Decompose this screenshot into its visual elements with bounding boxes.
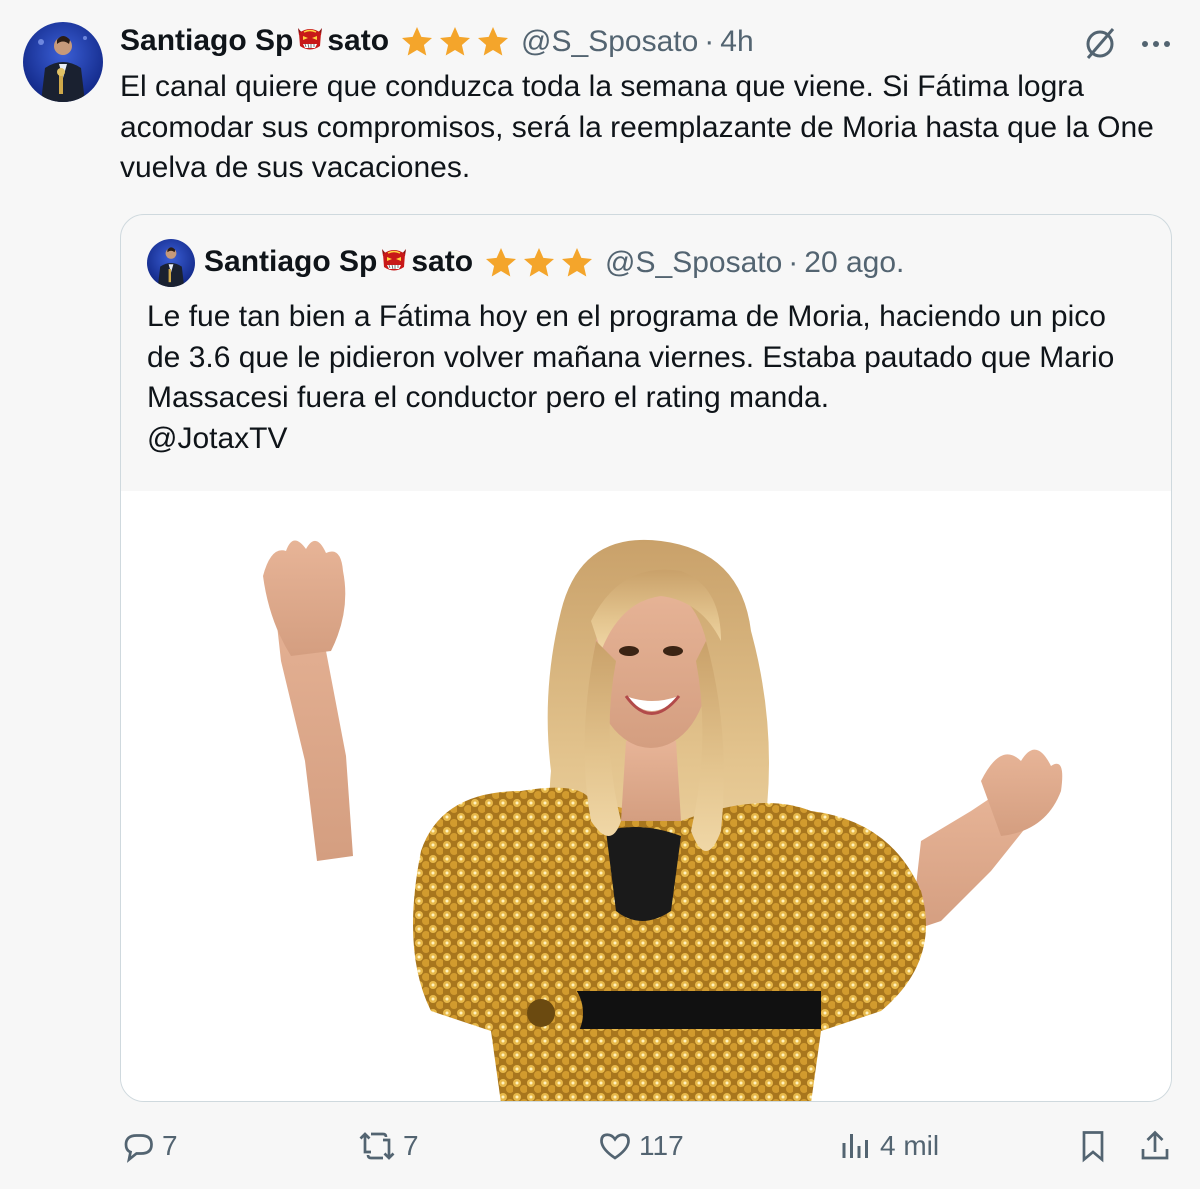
tweet-text: El canal quiere que conduzca toda la sem… <box>120 70 1154 184</box>
author-name[interactable]: Santiago Sp sato <box>120 22 389 62</box>
separator: · <box>788 246 799 279</box>
quoted-timestamp[interactable]: 20 ago. <box>804 246 904 280</box>
quoted-tweet[interactable]: Santiago Sp sato @S_Sposato · 20 ago. Le … <box>120 214 1172 1102</box>
timestamp[interactable]: 4h <box>720 25 753 59</box>
star-icon <box>486 248 517 277</box>
bookmark-button[interactable] <box>1075 1128 1111 1164</box>
action-bar: 7 7 117 4 mil <box>0 1120 1200 1180</box>
separator: · <box>704 25 715 58</box>
share-icon <box>1141 1130 1169 1160</box>
star-icon <box>524 248 555 277</box>
like-count: 117 <box>639 1130 684 1161</box>
like-icon <box>600 1133 630 1160</box>
like-button[interactable]: 117 <box>597 1128 684 1164</box>
repost-button[interactable]: 7 <box>357 1128 419 1164</box>
views-count: 4 mil <box>880 1130 940 1161</box>
devil-mask-emoji <box>378 243 410 283</box>
quoted-text: Le fue tan bien a Fátima hoy en el progr… <box>147 297 1147 459</box>
views-icon <box>842 1134 868 1158</box>
reply-count: 7 <box>162 1130 178 1161</box>
more-icon[interactable] <box>1138 30 1174 58</box>
author-avatar[interactable] <box>23 22 103 102</box>
mention-link[interactable]: @JotaxTV <box>147 422 288 455</box>
quoted-header: Santiago Sp sato @S_Sposato · 20 ago. <box>204 243 904 283</box>
devil-mask-emoji <box>294 22 326 62</box>
star-icon <box>440 27 471 56</box>
reply-icon <box>124 1134 153 1163</box>
star-icon <box>478 27 509 56</box>
star-icon <box>562 248 593 277</box>
reply-button[interactable]: 7 <box>120 1128 178 1164</box>
grok-icon[interactable] <box>1080 24 1120 64</box>
repost-count: 7 <box>403 1130 419 1161</box>
quoted-body: Le fue tan bien a Fátima hoy en el progr… <box>147 300 1115 414</box>
repost-icon <box>359 1132 395 1160</box>
bookmark-icon <box>1082 1131 1104 1163</box>
tweet[interactable]: Santiago Sp sato @S_Sposato · 4h El canal… <box>0 0 1200 1189</box>
verified-stars <box>483 245 595 281</box>
quoted-author-handle[interactable]: @S_Sposato <box>605 246 782 280</box>
author-handle[interactable]: @S_Sposato <box>521 25 698 59</box>
star-icon <box>402 27 433 56</box>
tweet-header: Santiago Sp sato @S_Sposato · 4h <box>120 22 754 62</box>
quoted-author-name[interactable]: Santiago Sp sato <box>204 243 473 283</box>
quoted-author-avatar[interactable] <box>147 239 195 287</box>
verified-stars <box>399 24 511 60</box>
views-button[interactable]: 4 mil <box>838 1128 939 1164</box>
quoted-media-photo[interactable] <box>121 491 1171 1101</box>
share-button[interactable] <box>1137 1128 1173 1164</box>
